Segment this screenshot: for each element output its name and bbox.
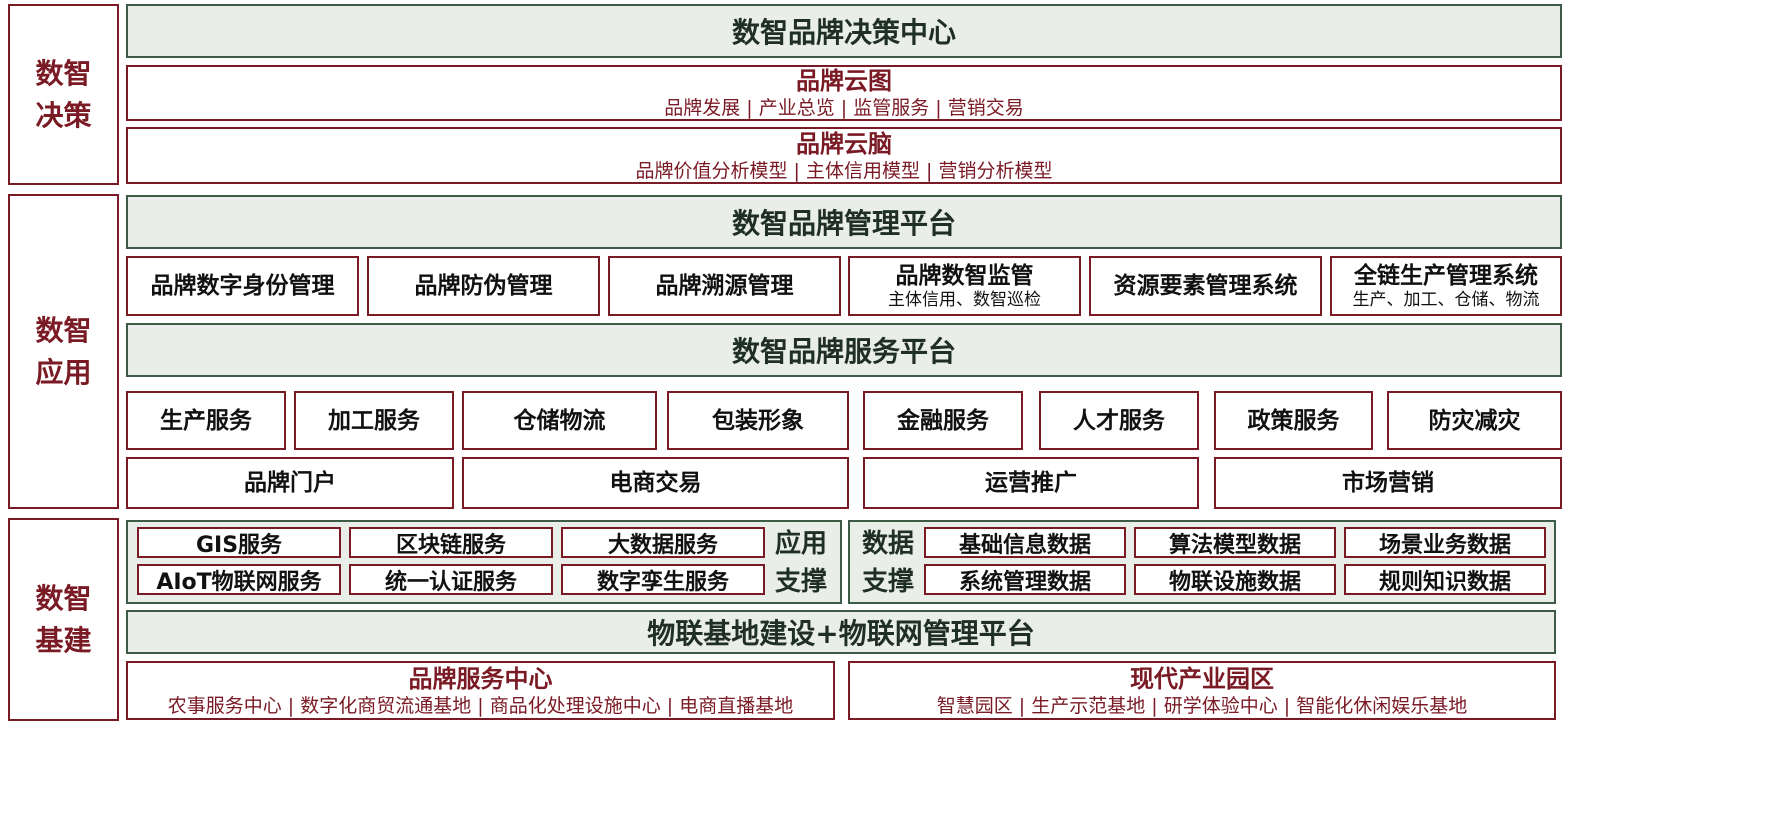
brand-cloud-map-items: 品牌发展 | 产业总览 | 监管服务 | 营销交易 — [664, 97, 1024, 119]
mgmt-module-5: 全链生产管理系统 生产、加工、仓储、物流 — [1330, 256, 1562, 316]
mgmt-module-5-title: 全链生产管理系统 — [1354, 263, 1538, 289]
brand-service-center-title: 品牌服务中心 — [408, 664, 553, 693]
brand-cloud-map-title: 品牌云图 — [796, 67, 892, 95]
data-support-item-0: 基础信息数据 — [924, 527, 1126, 558]
service-row2-3: 市场营销 — [1214, 457, 1562, 509]
service-4-label: 金融服务 — [897, 407, 989, 434]
side-label-decision-line1: 数智 — [35, 56, 92, 90]
service-0: 生产服务 — [126, 391, 286, 450]
app-support-label-line1: 应用 — [774, 529, 827, 559]
mgmt-module-1-title: 品牌防伪管理 — [414, 273, 553, 299]
data-support-item-2-label: 场景业务数据 — [1378, 532, 1511, 558]
management-platform-title: 数智品牌管理平台 — [731, 207, 956, 240]
app-support-item-2-label: 大数据服务 — [607, 532, 718, 558]
service-platform-panel: 数智品牌服务平台 — [126, 323, 1562, 377]
side-label-infrastructure-line2: 基建 — [35, 623, 92, 657]
data-support-item-2: 场景业务数据 — [1344, 527, 1546, 558]
data-support-item-3-label: 系统管理数据 — [958, 569, 1091, 595]
side-label-decision: 数智 决策 — [8, 4, 119, 185]
management-platform-panel: 数智品牌管理平台 — [126, 195, 1562, 249]
service-3-label: 包装形象 — [712, 407, 804, 434]
service-4: 金融服务 — [863, 391, 1023, 450]
data-support-item-1: 算法模型数据 — [1134, 527, 1336, 558]
service-row2-3-label: 市场营销 — [1342, 470, 1434, 496]
data-support-item-1-label: 算法模型数据 — [1168, 532, 1301, 558]
data-support-item-4: 物联设施数据 — [1134, 564, 1336, 595]
data-support-label-line1: 数据 — [861, 529, 914, 559]
service-row2-2: 运营推广 — [863, 457, 1199, 509]
service-2: 仓储物流 — [462, 391, 657, 450]
mgmt-module-4: 资源要素管理系统 — [1089, 256, 1322, 316]
app-support-item-5-label: 数字孪生服务 — [596, 569, 729, 595]
mgmt-module-2-title: 品牌溯源管理 — [655, 273, 794, 299]
brand-service-center-items: 农事服务中心 | 数字化商贸流通基地 | 商品化处理设施中心 | 电商直播基地 — [167, 694, 794, 717]
service-1: 加工服务 — [294, 391, 454, 450]
mgmt-module-3: 品牌数智监管 主体信用、数智巡检 — [848, 256, 1081, 316]
decision-center-panel: 数智品牌决策中心 — [126, 4, 1562, 58]
service-1-label: 加工服务 — [328, 407, 420, 434]
mgmt-module-5-sub: 生产、加工、仓储、物流 — [1352, 290, 1540, 310]
service-row2-0-label: 品牌门户 — [244, 470, 336, 496]
service-7: 防灾减灾 — [1387, 391, 1562, 450]
service-row2-1: 电商交易 — [462, 457, 849, 509]
app-support-label-line2: 支撑 — [774, 567, 827, 597]
service-row2-0: 品牌门户 — [126, 457, 454, 509]
decision-center-title: 数智品牌决策中心 — [731, 16, 956, 49]
industrial-park-panel: 现代产业园区 智慧园区 | 生产示范基地 | 研学体验中心 | 智能化休闲娱乐基… — [848, 661, 1556, 720]
data-support-item-5-label: 规则知识数据 — [1378, 569, 1511, 595]
mgmt-module-1: 品牌防伪管理 — [367, 256, 600, 316]
brand-cloud-brain-panel: 品牌云脑 品牌价值分析模型 | 主体信用模型 | 营销分析模型 — [126, 127, 1562, 184]
service-7-label: 防灾减灾 — [1428, 407, 1521, 434]
brand-cloud-brain-title: 品牌云脑 — [796, 129, 892, 158]
data-support-label: 数据 支撑 — [855, 524, 921, 602]
mgmt-module-3-sub: 主体信用、数智巡检 — [888, 290, 1041, 310]
side-label-application-line2: 应用 — [35, 355, 92, 389]
app-support-item-2: 大数据服务 — [561, 527, 765, 558]
side-label-decision-line2: 决策 — [35, 98, 92, 132]
brand-cloud-map-panel: 品牌云图 品牌发展 | 产业总览 | 监管服务 | 营销交易 — [126, 65, 1562, 121]
side-label-infrastructure: 数智 基建 — [8, 518, 119, 721]
service-row2-2-label: 运营推广 — [985, 470, 1077, 496]
side-label-application-line1: 数智 — [35, 313, 92, 347]
app-support-item-4: 统一认证服务 — [349, 564, 553, 595]
app-support-item-3: AIoT物联网服务 — [137, 564, 341, 595]
brand-service-center-panel: 品牌服务中心 农事服务中心 | 数字化商贸流通基地 | 商品化处理设施中心 | … — [126, 661, 835, 720]
mgmt-module-4-title: 资源要素管理系统 — [1113, 273, 1298, 299]
service-3: 包装形象 — [667, 391, 849, 450]
mgmt-module-0: 品牌数字身份管理 — [126, 256, 359, 316]
data-support-item-4-label: 物联设施数据 — [1168, 569, 1301, 595]
mgmt-module-2: 品牌溯源管理 — [608, 256, 841, 316]
industrial-park-title: 现代产业园区 — [1130, 664, 1274, 693]
data-support-item-3: 系统管理数据 — [924, 564, 1126, 595]
app-support-item-1: 区块链服务 — [349, 527, 553, 558]
service-6: 政策服务 — [1214, 391, 1373, 450]
app-support-item-5: 数字孪生服务 — [561, 564, 765, 595]
iot-platform-title: 物联基地建设+物联网管理平台 — [647, 617, 1035, 650]
service-5-label: 人才服务 — [1073, 407, 1165, 434]
app-support-label: 应用 支撑 — [768, 524, 834, 602]
app-support-item-0: GIS服务 — [137, 527, 341, 558]
data-support-item-0-label: 基础信息数据 — [958, 532, 1091, 558]
brand-cloud-brain-items: 品牌价值分析模型 | 主体信用模型 | 营销分析模型 — [635, 159, 1053, 182]
service-row2-1-label: 电商交易 — [609, 470, 702, 496]
service-2-label: 仓储物流 — [513, 407, 606, 434]
side-label-infrastructure-line1: 数智 — [35, 581, 92, 615]
app-support-item-3-label: AIoT物联网服务 — [156, 569, 322, 595]
service-5: 人才服务 — [1039, 391, 1199, 450]
mgmt-module-3-title: 品牌数智监管 — [895, 263, 1034, 289]
service-platform-title: 数智品牌服务平台 — [731, 335, 956, 368]
service-6-label: 政策服务 — [1247, 407, 1340, 434]
industrial-park-items: 智慧园区 | 生产示范基地 | 研学体验中心 | 智能化休闲娱乐基地 — [936, 694, 1468, 717]
service-0-label: 生产服务 — [160, 407, 252, 434]
data-support-label-line2: 支撑 — [861, 567, 914, 597]
data-support-item-5: 规则知识数据 — [1344, 564, 1546, 595]
iot-platform-panel: 物联基地建设+物联网管理平台 — [126, 610, 1556, 654]
side-label-application: 数智 应用 — [8, 194, 119, 509]
mgmt-module-0-title: 品牌数字身份管理 — [150, 273, 335, 299]
app-support-item-4-label: 统一认证服务 — [384, 569, 517, 595]
app-support-item-0-label: GIS服务 — [195, 532, 283, 558]
app-support-item-1-label: 区块链服务 — [395, 532, 506, 558]
